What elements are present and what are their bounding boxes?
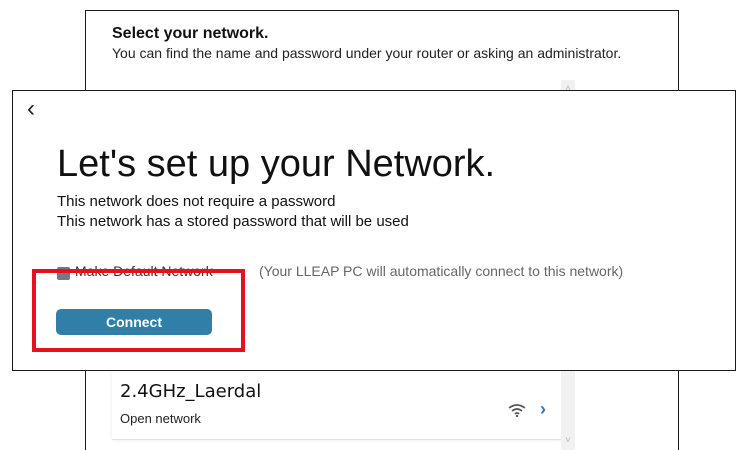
- network-setup-dialog: ‹ Let's set up your Network. This networ…: [12, 90, 736, 371]
- network-status: Open network: [120, 411, 201, 426]
- screen: Select your network. You can find the na…: [0, 0, 739, 450]
- stored-password-info-line: This network has a stored password that …: [57, 213, 409, 230]
- default-network-checkbox[interactable]: [57, 267, 70, 280]
- wifi-icon: [508, 404, 526, 417]
- dialog-title: Let's set up your Network.: [57, 143, 496, 185]
- chevron-right-icon[interactable]: ›: [540, 399, 546, 420]
- password-info-line: This network does not require a password: [57, 193, 336, 210]
- network-list-item[interactable]: 2.4GHz_Laerdal Open network ›: [112, 367, 564, 440]
- back-chevron-icon[interactable]: ‹: [27, 97, 35, 121]
- connect-button[interactable]: Connect: [56, 309, 212, 335]
- scroll-down-icon[interactable]: ˅: [561, 435, 575, 445]
- default-network-note: (Your LLEAP PC will automatically connec…: [259, 263, 624, 279]
- network-selection-title: Select your network.: [112, 25, 269, 42]
- default-network-label[interactable]: Make Default Network: [75, 263, 213, 279]
- network-name: 2.4GHz_Laerdal: [120, 381, 262, 402]
- network-selection-subtitle: You can find the name and password under…: [112, 45, 622, 61]
